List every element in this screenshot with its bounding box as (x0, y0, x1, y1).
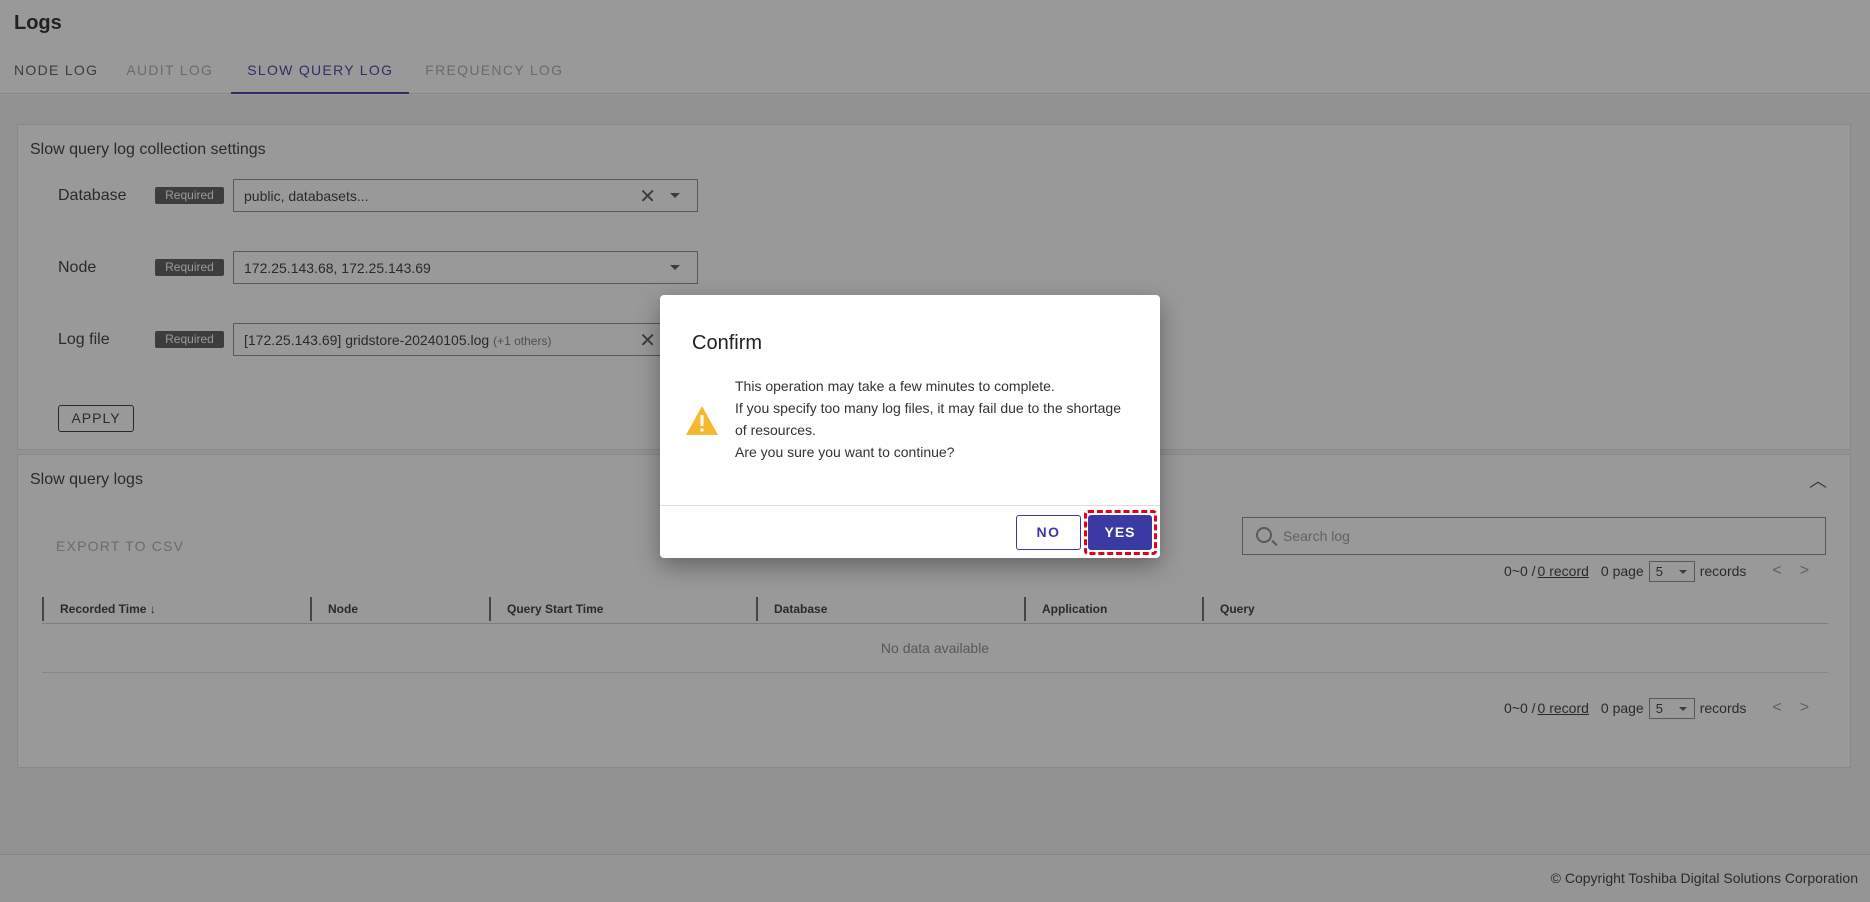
no-button[interactable]: NO (1016, 515, 1081, 550)
message-line: If you specify too many log files, it ma… (735, 400, 1121, 438)
dialog-actions: NO YES (660, 505, 1160, 558)
dialog-title: Confirm (692, 332, 763, 354)
warning-icon (686, 406, 718, 435)
message-line: Are you sure you want to continue? (735, 444, 955, 460)
dialog-message: This operation may take a few minutes to… (735, 375, 1125, 463)
message-line: This operation may take a few minutes to… (735, 378, 1055, 394)
confirm-dialog: Confirm This operation may take a few mi… (660, 295, 1160, 558)
yes-button[interactable]: YES (1088, 515, 1152, 550)
